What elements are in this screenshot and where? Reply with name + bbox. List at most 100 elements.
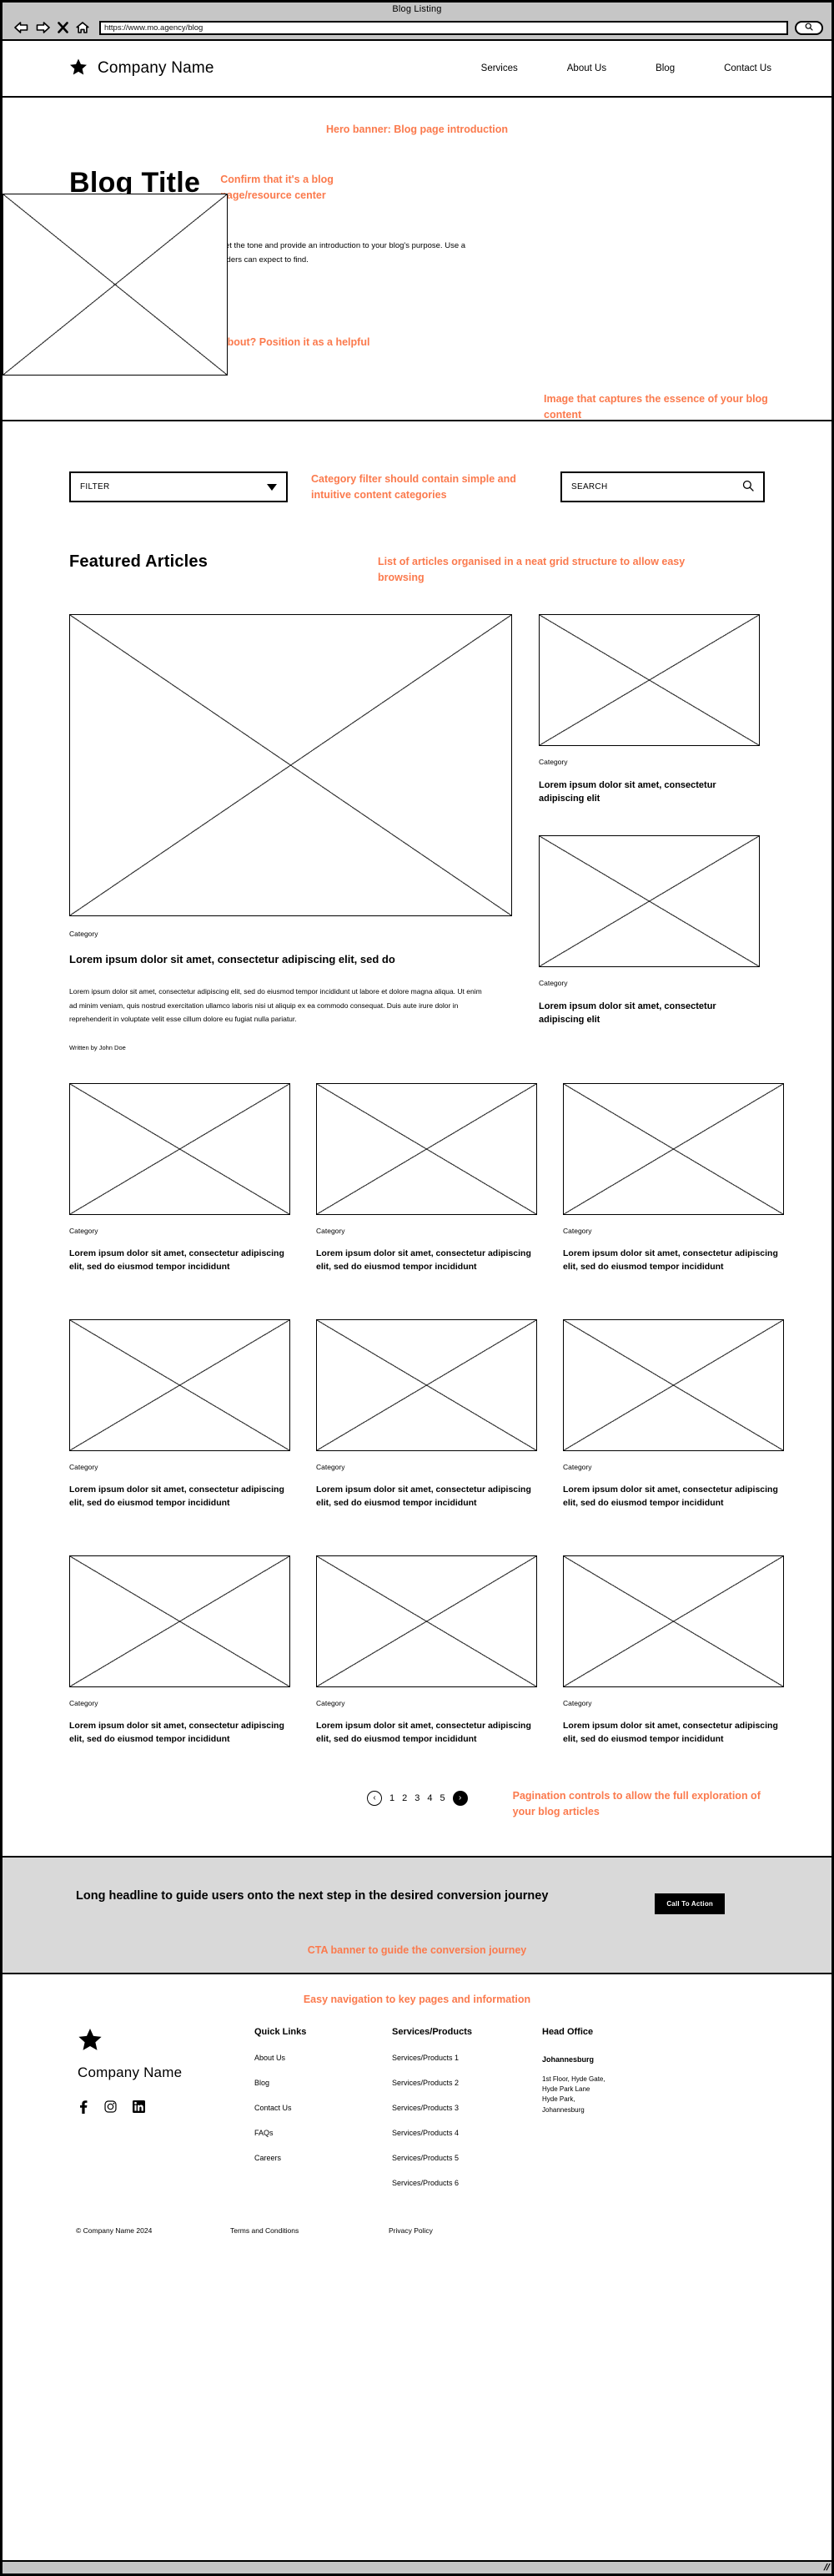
- footer-link-about-us[interactable]: About Us: [254, 2054, 392, 2062]
- footer-quick-links: Quick Links About Us Blog Contact Us FAQ…: [254, 2027, 392, 2187]
- footer-brand-name: Company Name: [78, 2064, 183, 2080]
- browser-status-bar: //: [3, 2560, 831, 2573]
- article-card[interactable]: Category Lorem ipsum dolor sit amet, con…: [69, 1083, 290, 1274]
- footer-link-blog[interactable]: Blog: [254, 2079, 392, 2087]
- home-icon[interactable]: [76, 22, 89, 33]
- article-card-title[interactable]: Lorem ipsum dolor sit amet, consectetur …: [69, 1484, 290, 1510]
- footer-link-service-3[interactable]: Services/Products 3: [392, 2104, 542, 2112]
- pagination-page-5[interactable]: 5: [440, 1793, 445, 1803]
- nav-item-blog[interactable]: Blog: [656, 63, 675, 73]
- pagination-annotation: Pagination controls to allow the full ex…: [512, 1789, 761, 1818]
- footer-brand: Company Name: [69, 2027, 254, 2187]
- hero-section: Hero banner: Blog page introduction Blog…: [3, 98, 831, 421]
- pagination-page-4[interactable]: 4: [427, 1793, 432, 1803]
- linkedin-icon[interactable]: [133, 2100, 145, 2117]
- page-viewport: Company Name Services About Us Blog Cont…: [3, 41, 831, 2560]
- article-card[interactable]: Category Lorem ipsum dolor sit amet, con…: [563, 1083, 784, 1274]
- nav-item-services[interactable]: Services: [481, 63, 518, 73]
- footer-link-service-2[interactable]: Services/Products 2: [392, 2079, 542, 2087]
- article-card-title[interactable]: Lorem ipsum dolor sit amet, consectetur …: [316, 1720, 537, 1747]
- article-card-title[interactable]: Lorem ipsum dolor sit amet, consectetur …: [563, 1248, 784, 1274]
- category-filter-select[interactable]: FILTER: [69, 471, 288, 502]
- pagination-page-3[interactable]: 3: [414, 1793, 420, 1803]
- article-card[interactable]: Category Lorem ipsum dolor sit amet, con…: [316, 1083, 537, 1274]
- footer-link-service-4[interactable]: Services/Products 4: [392, 2129, 542, 2137]
- featured-articles-title: Featured Articles: [69, 552, 208, 571]
- chevron-down-icon: [267, 483, 277, 491]
- resize-grip-icon[interactable]: //: [822, 2563, 831, 2573]
- footer-bottom-bar: © Company Name 2024 Terms and Conditions…: [76, 2226, 433, 2235]
- article-card-title[interactable]: Lorem ipsum dolor sit amet, consectetur …: [69, 1248, 290, 1274]
- nav-item-about-us[interactable]: About Us: [567, 63, 606, 73]
- side-article-title[interactable]: Lorem ipsum dolor sit amet, consectetur …: [539, 779, 760, 806]
- footer-link-faqs[interactable]: FAQs: [254, 2129, 392, 2137]
- featured-article-excerpt: Lorem ipsum dolor sit amet, consectetur …: [69, 987, 482, 1024]
- footer-quick-links-heading: Quick Links: [254, 2026, 307, 2037]
- footer-link-service-5[interactable]: Services/Products 5: [392, 2154, 542, 2162]
- search-icon: [805, 20, 813, 35]
- chevron-left-icon[interactable]: ‹: [367, 1790, 382, 1806]
- url-go-button[interactable]: [795, 20, 823, 35]
- side-article-title[interactable]: Lorem ipsum dolor sit amet, consectetur …: [539, 1000, 760, 1027]
- article-card-title[interactable]: Lorem ipsum dolor sit amet, consectetur …: [316, 1248, 537, 1274]
- browser-tab-title: Blog Listing: [392, 4, 442, 14]
- magnifier-icon[interactable]: [742, 480, 754, 494]
- page-title: Blog Title: [69, 167, 201, 199]
- article-card-title[interactable]: Lorem ipsum dolor sit amet, consectetur …: [563, 1720, 784, 1747]
- site-logo[interactable]: Company Name: [69, 58, 214, 80]
- filter-annotation: Category filter should contain simple an…: [311, 473, 516, 502]
- cta-annotation: CTA banner to guide the conversion journ…: [307, 1943, 527, 1956]
- back-arrow-icon[interactable]: [14, 22, 28, 33]
- nav-item-contact-us[interactable]: Contact Us: [724, 63, 771, 73]
- article-card-title[interactable]: Lorem ipsum dolor sit amet, consectetur …: [316, 1484, 537, 1510]
- pagination-page-2[interactable]: 2: [402, 1793, 407, 1803]
- article-card-category: Category: [316, 1698, 345, 1707]
- article-card-title[interactable]: Lorem ipsum dolor sit amet, consectetur …: [563, 1484, 784, 1510]
- featured-article-author: Written by John Doe: [69, 1044, 126, 1052]
- brand-name: Company Name: [98, 59, 214, 77]
- chevron-right-icon[interactable]: ›: [452, 1790, 468, 1806]
- article-card[interactable]: Category Lorem ipsum dolor sit amet, con…: [69, 1555, 290, 1747]
- hero-title-annotation: Confirm that it's a blog page/resource c…: [220, 174, 334, 202]
- close-x-icon[interactable]: [58, 22, 68, 33]
- article-card[interactable]: Category Lorem ipsum dolor sit amet, con…: [316, 1555, 537, 1747]
- url-text: https://www.mo.agency/blog: [104, 23, 203, 33]
- footer-link-privacy[interactable]: Privacy Policy: [389, 2226, 433, 2235]
- article-card[interactable]: Category Lorem ipsum dolor sit amet, con…: [69, 1318, 290, 1510]
- site-footer: Easy navigation to key pages and informa…: [3, 1974, 831, 2291]
- footer-link-careers[interactable]: Careers: [254, 2154, 392, 2162]
- article-card-image: [563, 1318, 784, 1451]
- hero-image-annotation: Image that captures the essence of your …: [544, 393, 768, 421]
- article-card-category: Category: [563, 1227, 592, 1236]
- forward-arrow-icon[interactable]: [36, 22, 50, 33]
- side-article-category: Category: [539, 978, 568, 987]
- footer-link-service-6[interactable]: Services/Products 6: [392, 2179, 542, 2187]
- article-card-category: Category: [69, 1462, 98, 1471]
- footer-link-service-1[interactable]: Services/Products 1: [392, 2054, 542, 2062]
- article-card[interactable]: Category Lorem ipsum dolor sit amet, con…: [563, 1318, 784, 1510]
- footer-link-terms[interactable]: Terms and Conditions: [230, 2226, 389, 2235]
- pagination-page-1[interactable]: 1: [389, 1793, 394, 1803]
- list-item[interactable]: Category Lorem ipsum dolor sit amet, con…: [539, 613, 760, 806]
- search-input[interactable]: SEARCH: [560, 471, 765, 502]
- article-card-title[interactable]: Lorem ipsum dolor sit amet, consectetur …: [69, 1720, 290, 1747]
- call-to-action-button[interactable]: Call To Action: [655, 1893, 725, 1914]
- featured-article[interactable]: Category Lorem ipsum dolor sit amet, con…: [69, 613, 512, 1052]
- footer-services-heading: Services/Products: [392, 2026, 472, 2037]
- facebook-icon[interactable]: [78, 2100, 88, 2118]
- list-item[interactable]: Category Lorem ipsum dolor sit amet, con…: [539, 834, 760, 1027]
- article-card-image: [563, 1083, 784, 1216]
- footer-link-contact-us[interactable]: Contact Us: [254, 2104, 392, 2112]
- star-icon: [78, 2028, 103, 2055]
- instagram-icon[interactable]: [104, 2100, 117, 2117]
- article-card-category: Category: [316, 1462, 345, 1471]
- featured-article-title[interactable]: Lorem ipsum dolor sit amet, consectetur …: [69, 952, 512, 968]
- footer-copyright: © Company Name 2024: [76, 2226, 153, 2235]
- article-card[interactable]: Category Lorem ipsum dolor sit amet, con…: [316, 1318, 537, 1510]
- footer-head-office: Head Office Johannesburg 1st Floor, Hyde…: [542, 2027, 709, 2187]
- article-card-category: Category: [69, 1227, 98, 1236]
- article-card[interactable]: Category Lorem ipsum dolor sit amet, con…: [563, 1555, 784, 1747]
- side-articles-column: Category Lorem ipsum dolor sit amet, con…: [539, 613, 760, 1052]
- article-card-image: [69, 1083, 290, 1216]
- url-input[interactable]: https://www.mo.agency/blog: [99, 20, 788, 35]
